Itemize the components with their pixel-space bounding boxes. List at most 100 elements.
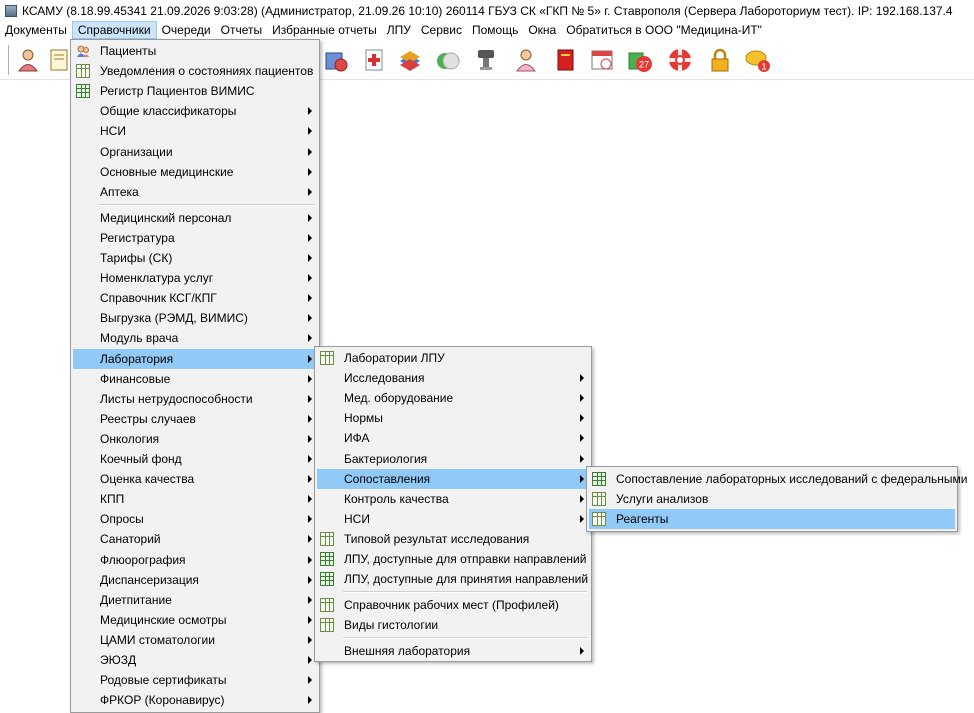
toolbar-button-lock[interactable]	[706, 46, 734, 74]
menu-6[interactable]: ЛПУ	[382, 21, 416, 39]
menu-item-внешняя-лаборатория[interactable]: Внешняя лаборатория	[317, 641, 589, 661]
menu-item-label: Коечный фонд	[100, 452, 182, 466]
menu-item-эюзд[interactable]: ЭЮЗД	[73, 650, 317, 670]
menu-item-оценка-качества[interactable]: Оценка качества	[73, 469, 317, 489]
menu-item-тарифы-ск[interactable]: Тарифы (СК)	[73, 248, 317, 268]
menu-7[interactable]: Сервис	[416, 21, 467, 39]
submenu-arrow-icon	[308, 676, 312, 685]
toolbar-button-red-book[interactable]	[552, 46, 580, 74]
lab-icon	[325, 52, 348, 72]
menu-item-нси[interactable]: НСИ	[317, 509, 589, 529]
menu-item-ифа[interactable]: ИФА	[317, 428, 589, 448]
toolbar-button-books[interactable]	[396, 46, 424, 74]
menu-item-исследования[interactable]: Исследования	[317, 368, 589, 388]
menu-item-пациенты[interactable]: Пациенты	[73, 41, 317, 61]
menu-8[interactable]: Помощь	[467, 21, 523, 39]
submenu-arrow-icon	[308, 354, 312, 363]
menu-item-цами-стоматологии[interactable]: ЦАМИ стоматологии	[73, 630, 317, 650]
menu-item-лаборатория[interactable]: Лаборатория	[73, 348, 317, 369]
toolbar-button-medkit[interactable]	[360, 46, 388, 74]
messages-badge-count: 1	[761, 62, 766, 72]
menu-item-коечный-фонд[interactable]: Коечный фонд	[73, 449, 317, 469]
menu-item-диетпитание[interactable]: Диетпитание	[73, 590, 317, 610]
menu-item-фркор-коронавирус[interactable]: ФРКОР (Коронавирус)	[73, 690, 317, 710]
menu-item-бактериология[interactable]: Бактериология	[317, 449, 589, 469]
menu-item-label: Реестры случаев	[100, 411, 196, 426]
menu-item-флюорография[interactable]: Флюорография	[73, 550, 317, 570]
menu-3[interactable]: Очереди	[157, 21, 216, 39]
menu-item-санаторий[interactable]: Санаторий	[73, 529, 317, 549]
table-icon	[320, 351, 334, 365]
menu-item-выгрузка-рэмд-вимис[interactable]: Выгрузка (РЭМД, ВИМИС)	[73, 308, 317, 328]
toolbar-button-schedule[interactable]	[588, 46, 616, 74]
menu-item-типовой-результат-исследования[interactable]: Типовой результат исследования	[317, 529, 589, 549]
menu-item-общие-классификаторы[interactable]: Общие классификаторы	[73, 101, 317, 121]
menu-item-медицинские-осмотры[interactable]: Медицинские осмотры	[73, 610, 317, 630]
menu-item-лпу-доступные-для-принятия-направлений[interactable]: ЛПУ, доступные для принятия направлений	[317, 569, 589, 589]
menu-separator	[99, 203, 315, 206]
submenu-arrow-icon	[308, 187, 312, 196]
menu-item-опросы[interactable]: Опросы	[73, 509, 317, 529]
toolbar-button-lab[interactable]	[322, 46, 350, 74]
menu-item-нормы[interactable]: Нормы	[317, 408, 589, 428]
menu-item-справочник-ксг-кпг[interactable]: Справочник КСГ/КПГ	[73, 288, 317, 308]
menu-item-модуль-врача[interactable]: Модуль врача	[73, 328, 317, 348]
menu-item-label: Номенклатура услуг	[100, 271, 214, 286]
table-icon	[76, 64, 90, 79]
menu-item-родовые-сертификаты[interactable]: Родовые сертификаты	[73, 670, 317, 690]
lifebuoy-icon	[669, 49, 691, 71]
menu-item-аптека[interactable]: Аптека	[73, 182, 317, 202]
menu-separator	[343, 591, 587, 594]
toolbar-button-calendar[interactable]: 27	[626, 46, 654, 74]
table-icon	[320, 618, 334, 633]
menu-10[interactable]: Обратиться в ООО "Медицина-ИТ"	[561, 21, 767, 39]
schedule-icon	[591, 50, 613, 70]
menu-item-label: Выгрузка (РЭМД, ВИМИС)	[100, 311, 248, 326]
menu-1[interactable]: Документы	[0, 21, 72, 39]
menu-item-листы-нетрудоспособности[interactable]: Листы нетрудоспособности	[73, 389, 317, 409]
menu-item-label: ИФА	[344, 431, 370, 446]
submenu-arrow-icon	[308, 107, 312, 116]
menu-9[interactable]: Окна	[523, 21, 561, 39]
menu-item-реестры-случаев[interactable]: Реестры случаев	[73, 409, 317, 429]
menu-item-регистр-пациентов-вимис[interactable]: Регистр Пациентов ВИМИС	[73, 81, 317, 101]
toolbar-button-lifebuoy[interactable]	[666, 46, 694, 74]
menu-item-основные-медицинские[interactable]: Основные медицинские	[73, 162, 317, 182]
menu-item-онкология[interactable]: Онкология	[73, 429, 317, 449]
menu-item-label: ЦАМИ стоматологии	[100, 632, 215, 647]
menu-item-услуги-анализов[interactable]: Услуги анализов	[589, 489, 955, 509]
menu-item-диспансеризация[interactable]: Диспансеризация	[73, 570, 317, 590]
toolbar-button-patient[interactable]	[14, 46, 42, 74]
menu-item-лаборатории-лпу[interactable]: Лаборатории ЛПУ	[317, 348, 589, 368]
menu-item-label: Нормы	[344, 411, 383, 426]
menu-item-label: Основные медицинские	[100, 164, 234, 179]
toolbar-button-nurse[interactable]	[512, 46, 540, 74]
table-green-icon	[76, 84, 90, 99]
menu-2[interactable]: Справочники	[71, 21, 157, 39]
menu-item-нси[interactable]: НСИ	[73, 121, 317, 141]
menu-item-сопоставление-лабораторных-исследований-с-федеральными[interactable]: Сопоставление лабораторных исследований …	[589, 469, 967, 489]
menu-item-сопоставления[interactable]: Сопоставления	[317, 468, 589, 489]
menu-item-справочник-рабочих-мест-профилей[interactable]: Справочник рабочих мест (Профилей)	[317, 595, 589, 615]
menu-4[interactable]: Отчеты	[216, 21, 267, 39]
menu-item-виды-гистологии[interactable]: Виды гистологии	[317, 615, 589, 635]
table-icon	[592, 512, 606, 527]
menu-item-кпп[interactable]: КПП	[73, 489, 317, 509]
toolbar-button-barcode[interactable]	[472, 46, 500, 74]
toolbar-button-pills[interactable]	[434, 46, 462, 74]
toolbar-button-messages[interactable]: 1	[744, 46, 772, 74]
table-icon	[592, 492, 606, 507]
menu-item-уведомления-о-состояниях-пациентов[interactable]: Уведомления о состояниях пациентов	[73, 61, 317, 81]
menu-item-номенклатура-услуг[interactable]: Номенклатура услуг	[73, 268, 317, 288]
menu-5[interactable]: Избранные отчеты	[267, 21, 382, 39]
menu-item-мед-оборудование[interactable]: Мед. оборудование	[317, 388, 589, 408]
menu-item-регистратура[interactable]: Регистратура	[73, 228, 317, 248]
menu-item-контроль-качества[interactable]: Контроль качества	[317, 489, 589, 509]
menu-item-label: Бактериология	[344, 451, 428, 466]
menu-item-медицинский-персонал[interactable]: Медицинский персонал	[73, 208, 317, 228]
menu-item-лпу-доступные-для-отправки-направлений[interactable]: ЛПУ, доступные для отправки направлений	[317, 549, 589, 569]
menu-item-финансовые[interactable]: Финансовые	[73, 369, 317, 389]
menu-item-организации[interactable]: Организации	[73, 142, 317, 162]
submenu-arrow-icon	[308, 394, 312, 403]
menu-item-реагенты[interactable]: Реагенты	[589, 509, 955, 530]
